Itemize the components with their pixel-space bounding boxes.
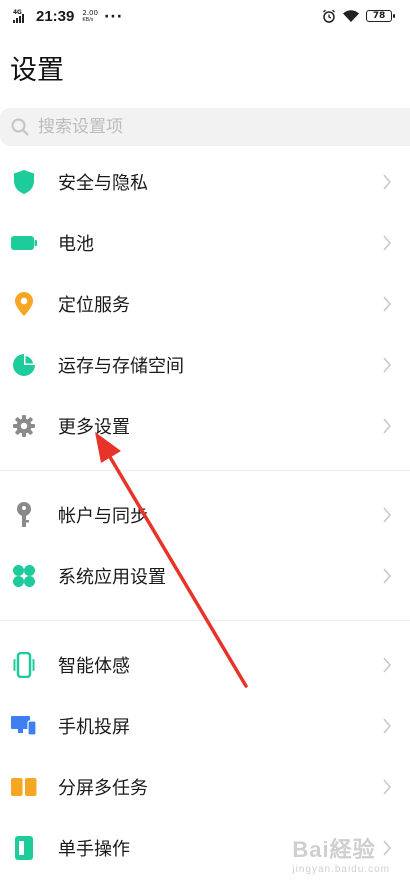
one-hand-icon [11,835,37,861]
section-divider [0,470,410,471]
settings-item-security[interactable]: 安全与隐私 [0,157,410,207]
settings-item-accounts[interactable]: 帐户与同步 [0,490,410,540]
chevron-right-icon [383,296,392,312]
key-icon [11,502,37,528]
settings-item-storage[interactable]: 运存与存储空间 [0,340,410,390]
baidu-watermark: Bai経验 jingyan.baidu.com [292,837,390,875]
chevron-right-icon [383,418,392,434]
shield-icon [11,169,37,195]
wifi-icon [343,10,359,22]
search-icon [11,118,29,136]
chevron-right-icon [383,174,392,190]
split-screen-icon [11,774,37,800]
location-pin-icon [11,291,37,317]
gear-icon [11,413,37,439]
chevron-right-icon [383,507,392,523]
settings-item-screen-cast[interactable]: 手机投屏 [0,701,410,751]
cellular-signal-icon: 4G [13,9,31,25]
settings-item-label: 单手操作 [58,839,130,860]
more-notifications-icon: ··· [103,8,123,25]
pie-chart-icon [11,352,37,378]
settings-item-label: 手机投屏 [58,717,130,738]
settings-item-battery[interactable]: 电池 [0,218,410,268]
phone-motion-icon [11,652,37,678]
battery-indicator: 78 [366,10,395,22]
settings-item-split-screen[interactable]: 分屏多任务 [0,762,410,812]
settings-item-location[interactable]: 定位服务 [0,279,410,329]
settings-item-smart-motion[interactable]: 智能体感 [0,640,410,690]
search-bar[interactable] [0,108,410,146]
search-input[interactable] [36,116,340,138]
settings-item-label: 安全与隐私 [58,173,148,194]
screen-cast-icon [11,713,37,739]
settings-item-system-apps[interactable]: 系统应用设置 [0,551,410,601]
battery-icon [11,230,37,256]
settings-item-label: 系统应用设置 [58,567,166,588]
settings-item-label: 分屏多任务 [58,778,148,799]
settings-item-label: 电池 [58,234,94,255]
chevron-right-icon [383,235,392,251]
chevron-right-icon [383,657,392,673]
network-speed: 2.00 KB/s [82,8,98,23]
status-bar: 4G 21:39 2.00 KB/s ··· 78 [0,0,410,34]
settings-item-label: 运存与存储空间 [58,356,184,377]
section-divider [0,620,410,621]
clock: 21:39 [36,8,75,25]
settings-item-label: 帐户与同步 [58,506,148,527]
page-title: 设置 [10,55,64,86]
settings-item-label: 智能体感 [58,656,130,677]
alarm-icon [323,9,335,23]
settings-item-more[interactable]: 更多设置 [0,401,410,451]
chevron-right-icon [383,718,392,734]
clover-icon [11,563,37,589]
chevron-right-icon [383,357,392,373]
settings-item-label: 更多设置 [58,417,130,438]
settings-item-label: 定位服务 [58,295,130,316]
chevron-right-icon [383,568,392,584]
chevron-right-icon [383,779,392,795]
